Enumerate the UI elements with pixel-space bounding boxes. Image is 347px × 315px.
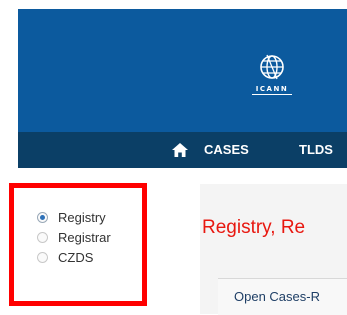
radio-label: Registry bbox=[58, 210, 106, 225]
radio-button-checked[interactable] bbox=[37, 212, 48, 223]
nav-tlds[interactable]: TLDS bbox=[299, 142, 333, 157]
globe-icon bbox=[260, 54, 284, 80]
radio-label: CZDS bbox=[58, 250, 94, 265]
radio-label: Registrar bbox=[58, 230, 111, 245]
logo-text: ICANN bbox=[255, 85, 289, 93]
nav-cases[interactable]: CASES bbox=[204, 142, 249, 157]
main-nav: CASES TLDS bbox=[18, 132, 347, 168]
site-header: ICANN bbox=[18, 9, 347, 132]
radio-button[interactable] bbox=[37, 232, 48, 243]
logo-underline bbox=[252, 94, 292, 95]
radio-option-registrar[interactable]: Registrar bbox=[37, 230, 111, 245]
radio-option-czds[interactable]: CZDS bbox=[37, 250, 93, 265]
icann-logo[interactable]: ICANN bbox=[252, 53, 292, 101]
page-heading: Registry, Re bbox=[202, 217, 306, 238]
open-cases-title[interactable]: Open Cases-R bbox=[234, 289, 320, 304]
home-icon[interactable] bbox=[172, 143, 188, 157]
radio-button[interactable] bbox=[37, 252, 48, 263]
radio-option-registry[interactable]: Registry bbox=[37, 210, 106, 225]
